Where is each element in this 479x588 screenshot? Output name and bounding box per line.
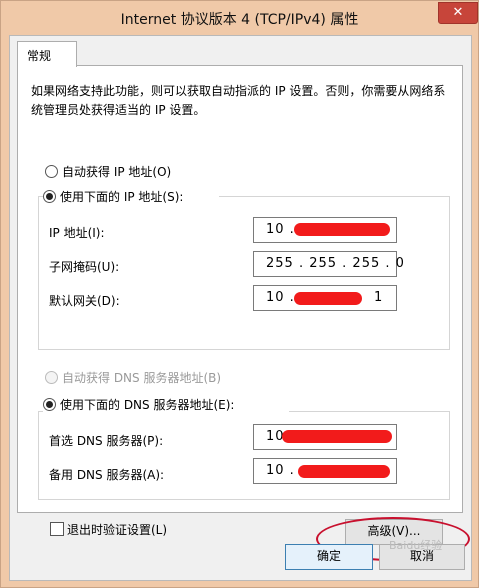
dialog-window: Internet 协议版本 4 (TCP/IPv4) 属性 ✕ 常规 如果网络支… [0, 0, 479, 588]
ip-address-field[interactable]: 10 . [253, 217, 397, 243]
title-bar: Internet 协议版本 4 (TCP/IPv4) 属性 ✕ [1, 1, 478, 35]
preferred-dns-label: 首选 DNS 服务器(P): [49, 434, 164, 448]
radio-auto-dns-label: 自动获得 DNS 服务器地址(B) [62, 371, 222, 385]
ip-address-label: IP 地址(I): [49, 226, 105, 240]
subnet-mask-label: 子网掩码(U): [49, 260, 120, 274]
radio-manual-ip[interactable]: 使用下面的 IP 地址(S): [43, 188, 219, 206]
gateway-value-suffix: 1 [374, 290, 384, 305]
dialog-client: 常规 如果网络支持此功能，则可以获取自动指派的 IP 设置。否则，你需要从网络系… [9, 35, 472, 581]
subnet-mask-value: 255 . 255 . 255 . 0 [266, 256, 405, 271]
validate-checkbox[interactable] [50, 522, 64, 536]
radio-auto-ip-label: 自动获得 IP 地址(O) [62, 165, 172, 179]
preferred-dns-field[interactable]: 10 [253, 424, 397, 450]
redaction-mark [282, 430, 392, 443]
gateway-field[interactable]: 10 . 1 [253, 285, 397, 311]
watermark: Baidu经验 [389, 539, 443, 552]
window-title: Internet 协议版本 4 (TCP/IPv4) 属性 [120, 12, 359, 28]
tab-general[interactable]: 常规 [17, 41, 77, 67]
alternate-dns-label: 备用 DNS 服务器(A): [49, 468, 165, 482]
subnet-mask-field[interactable]: 255 . 255 . 255 . 0 [253, 251, 404, 277]
close-button[interactable]: ✕ [438, 2, 478, 24]
radio-auto-dns[interactable]: 自动获得 DNS 服务器地址(B) [45, 369, 265, 387]
description-text: 如果网络支持此功能，则可以获取自动指派的 IP 设置。否则，你需要从网络系统管理… [31, 84, 446, 117]
redaction-mark [298, 465, 390, 478]
gateway-label: 默认网关(D): [49, 294, 120, 308]
alternate-dns-field[interactable]: 10 . [253, 458, 397, 484]
redaction-mark [294, 223, 390, 236]
general-panel: 如果网络支持此功能，则可以获取自动指派的 IP 设置。否则，你需要从网络系统管理… [17, 65, 470, 561]
tab-general-label: 常规 [27, 49, 52, 63]
radio-manual-dns[interactable]: 使用下面的 DNS 服务器地址(E): [43, 396, 289, 414]
alternate-dns-value: 10 . [266, 463, 295, 478]
radio-auto-ip[interactable]: 自动获得 IP 地址(O) [45, 163, 245, 181]
ok-button[interactable]: 确定 [285, 544, 373, 570]
radio-manual-ip-label: 使用下面的 IP 地址(S): [60, 190, 184, 204]
gateway-value-prefix: 10 . [266, 290, 295, 305]
radio-manual-dns-circle [43, 398, 56, 411]
radio-manual-ip-circle [43, 190, 56, 203]
radio-auto-dns-circle [45, 371, 58, 384]
radio-auto-ip-circle [45, 165, 58, 178]
validate-label: 退出时验证设置(L) [67, 523, 168, 537]
ip-address-value: 10 . [266, 222, 295, 237]
redaction-mark [294, 292, 362, 305]
radio-manual-dns-label: 使用下面的 DNS 服务器地址(E): [60, 398, 235, 412]
